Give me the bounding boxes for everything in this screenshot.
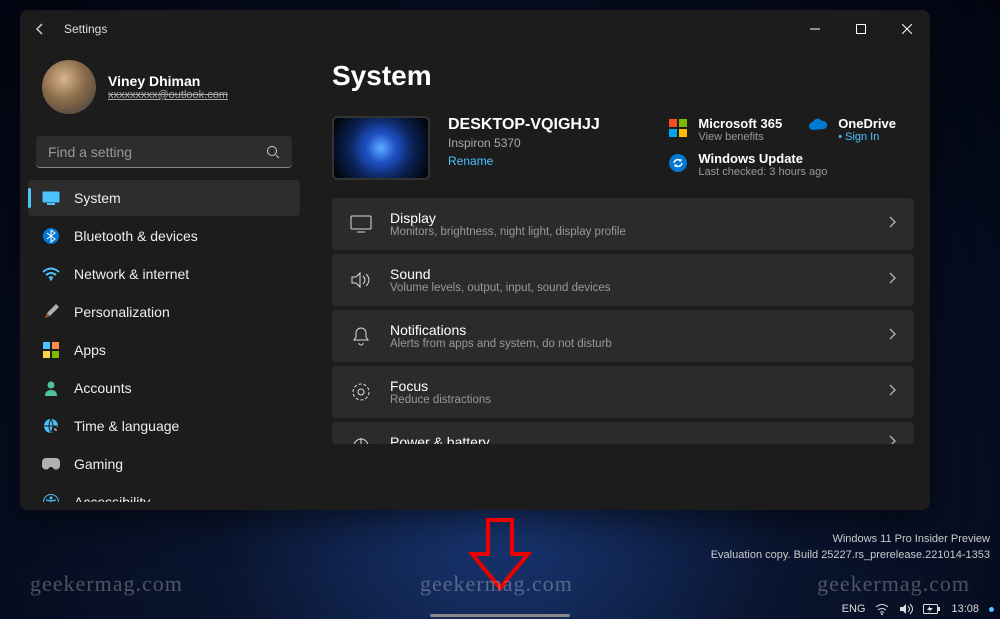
wifi-icon: [42, 265, 60, 283]
nav-item-accessibility[interactable]: Accessibility: [28, 484, 300, 502]
update-icon: [668, 153, 688, 173]
settings-sub: Volume levels, output, input, sound devi…: [390, 282, 611, 294]
settings-item-notifications[interactable]: NotificationsAlerts from apps and system…: [332, 310, 914, 362]
settings-title: Focus: [390, 378, 491, 394]
minimize-icon: [810, 24, 820, 34]
window-controls: [792, 10, 930, 48]
notification-dot[interactable]: [989, 607, 994, 612]
settings-title: Display: [390, 210, 626, 226]
nav-label: Bluetooth & devices: [74, 228, 198, 244]
device-model: Inspiron 5370: [448, 136, 600, 150]
device-row: DESKTOP-VQIGHJJ Inspiron 5370 Rename Mic…: [332, 116, 922, 180]
settings-title: Sound: [390, 266, 611, 282]
system-icon: [42, 189, 60, 207]
status-m365[interactable]: Microsoft 365View benefits: [668, 116, 782, 143]
person-icon: [42, 379, 60, 397]
chevron-right-icon: [888, 327, 896, 345]
minimize-button[interactable]: [792, 10, 838, 48]
profile[interactable]: Viney Dhiman xxxxxxxxx@outlook.com: [28, 48, 300, 132]
search-box[interactable]: [36, 136, 292, 168]
status-onedrive[interactable]: OneDrive• Sign In: [808, 116, 922, 143]
onedrive-icon: [808, 118, 828, 138]
accessibility-icon: [42, 493, 60, 502]
settings-list: DisplayMonitors, brightness, night light…: [332, 198, 922, 444]
settings-item-display[interactable]: DisplayMonitors, brightness, night light…: [332, 198, 914, 250]
nav-item-gaming[interactable]: Gaming: [28, 446, 300, 482]
nav-label: Time & language: [74, 418, 179, 434]
profile-email: xxxxxxxxx@outlook.com: [108, 89, 228, 101]
status-grid: Microsoft 365View benefits OneDrive• Sig…: [668, 116, 922, 178]
rename-link[interactable]: Rename: [448, 154, 600, 168]
focus-icon: [350, 381, 372, 403]
close-icon: [902, 24, 912, 34]
globe-icon: [42, 417, 60, 435]
settings-title: Power & battery: [390, 434, 490, 444]
power-icon: [350, 434, 372, 444]
apps-icon: [42, 341, 60, 359]
nav-label: Network & internet: [74, 266, 189, 282]
nav-item-time-language[interactable]: Time & language: [28, 408, 300, 444]
nav-item-network-internet[interactable]: Network & internet: [28, 256, 300, 292]
volume-icon[interactable]: [899, 603, 913, 615]
back-arrow-icon: [33, 22, 47, 36]
m365-icon: [668, 118, 688, 138]
nav-item-bluetooth-devices[interactable]: Bluetooth & devices: [28, 218, 300, 254]
nav-label: Apps: [74, 342, 106, 358]
chevron-right-icon: [888, 215, 896, 233]
bluetooth-icon: [42, 227, 60, 245]
sound-icon: [350, 269, 372, 291]
chevron-right-icon: [888, 271, 896, 289]
display-icon: [350, 213, 372, 235]
page-title: System: [332, 60, 922, 92]
settings-title: Notifications: [390, 322, 612, 338]
nav-label: Gaming: [74, 456, 123, 472]
settings-sub: Alerts from apps and system, do not dist…: [390, 338, 612, 350]
maximize-icon: [856, 24, 866, 34]
annotation-arrow: [460, 516, 540, 596]
nav-item-accounts[interactable]: Accounts: [28, 370, 300, 406]
nav-label: System: [74, 190, 121, 206]
profile-name: Viney Dhiman: [108, 73, 228, 89]
nav-label: Personalization: [74, 304, 170, 320]
chevron-right-icon: [888, 383, 896, 401]
nav-label: Accessibility: [74, 494, 150, 502]
taskbar-handle[interactable]: [430, 614, 570, 617]
settings-sub: Monitors, brightness, night light, displ…: [390, 226, 626, 238]
maximize-button[interactable]: [838, 10, 884, 48]
wifi-icon[interactable]: [875, 603, 889, 615]
tray-time[interactable]: 13:08: [951, 603, 979, 615]
battery-icon[interactable]: [923, 604, 941, 614]
search-input[interactable]: [48, 144, 266, 160]
settings-item-power-battery[interactable]: Power & batterySleep, battery usage, bat…: [332, 422, 914, 444]
settings-window: Settings Viney Dhiman xxxxxxxxx@outlook.…: [20, 10, 930, 510]
taskbar[interactable]: ENG 13:08: [0, 589, 1000, 619]
nav-item-personalization[interactable]: Personalization: [28, 294, 300, 330]
search-icon: [266, 145, 280, 159]
gamepad-icon: [42, 455, 60, 473]
system-tray[interactable]: ENG 13:08: [842, 603, 994, 615]
window-title: Settings: [64, 22, 107, 36]
close-button[interactable]: [884, 10, 930, 48]
os-info: Windows 11 Pro Insider Preview Evaluatio…: [711, 532, 990, 563]
sidebar: Viney Dhiman xxxxxxxxx@outlook.com Syste…: [20, 48, 308, 510]
chevron-right-icon: [888, 434, 896, 444]
main-content: System DESKTOP-VQIGHJJ Inspiron 5370 Ren…: [308, 48, 930, 510]
settings-item-sound[interactable]: SoundVolume levels, output, input, sound…: [332, 254, 914, 306]
device-name: DESKTOP-VQIGHJJ: [448, 116, 600, 134]
settings-item-focus[interactable]: FocusReduce distractions: [332, 366, 914, 418]
nav-label: Accounts: [74, 380, 132, 396]
nav-item-system[interactable]: System: [28, 180, 300, 216]
settings-sub: Reduce distractions: [390, 394, 491, 406]
nav-item-apps[interactable]: Apps: [28, 332, 300, 368]
brush-icon: [42, 303, 60, 321]
titlebar: Settings: [20, 10, 930, 48]
tray-lang[interactable]: ENG: [842, 603, 866, 615]
avatar: [42, 60, 96, 114]
bell-icon: [350, 325, 372, 347]
status-update[interactable]: Windows UpdateLast checked: 3 hours ago: [668, 151, 922, 178]
nav: System Bluetooth & devices Network & inter…: [28, 180, 300, 502]
back-button[interactable]: [30, 19, 50, 39]
device-thumbnail[interactable]: [332, 116, 430, 180]
